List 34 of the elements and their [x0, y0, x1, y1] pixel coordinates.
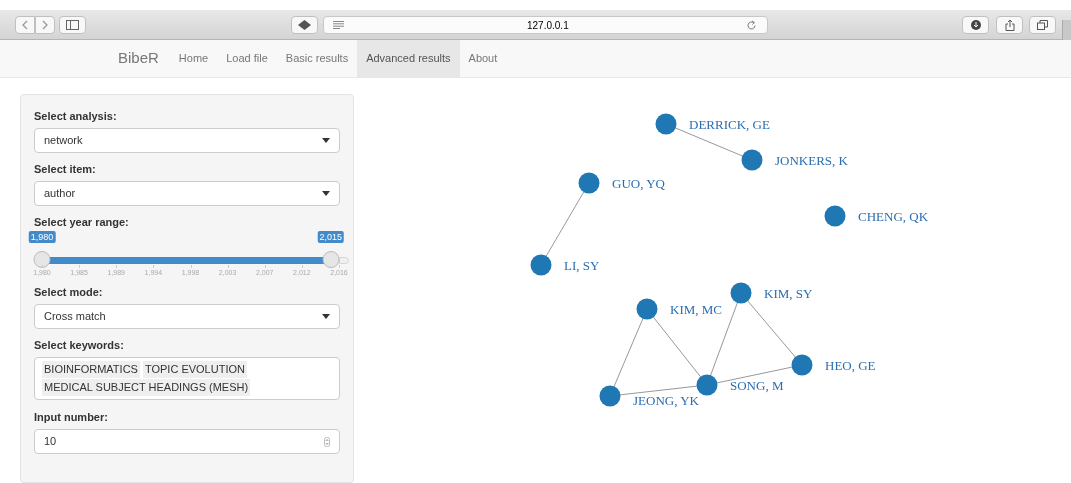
url-text: 127.0.0.1: [527, 18, 569, 33]
address-bar[interactable]: 127.0.0.1: [323, 16, 768, 34]
node-label: JEONG, YK: [633, 393, 699, 408]
node-label: KIM, SY: [764, 286, 813, 301]
nav-tab[interactable]: Home: [169, 40, 218, 77]
slider-value-badge: 2,015: [317, 231, 344, 243]
keyword-tag[interactable]: TOPIC EVOLUTION: [142, 361, 247, 378]
nav-tab[interactable]: Advanced results: [357, 40, 460, 77]
node-label: KIM, MC: [670, 302, 722, 317]
node-label: JONKERS, K: [775, 153, 848, 168]
number-input[interactable]: 10: [34, 429, 340, 454]
node-label: GUO, YQ: [612, 176, 665, 191]
brand-title: BibeR: [117, 48, 160, 69]
field-label: Select year range:: [34, 215, 130, 229]
field-label: Select mode:: [34, 285, 104, 299]
nav-tab[interactable]: Basic results: [276, 40, 358, 77]
keyword-tag[interactable]: BIOINFORMATICS: [42, 361, 140, 378]
field-label: Select keywords:: [34, 338, 125, 352]
dropdown[interactable]: Cross match: [34, 304, 340, 329]
nav-tab[interactable]: About: [459, 40, 507, 77]
nav-tab[interactable]: Load file: [217, 40, 277, 77]
keyword-field[interactable]: BIOINFORMATICS TOPIC EVOLUTION MEDICAL SUBJECT HEADINGS (MESH): [34, 357, 340, 400]
node-label: LI, SY: [564, 258, 600, 273]
slider-value-badge: 1,980: [28, 231, 56, 243]
node-label: HEO, GE: [825, 358, 876, 373]
node-label: CHENG, QK: [858, 209, 929, 224]
keyword-tag[interactable]: MEDICAL SUBJECT HEADINGS (MESH): [42, 379, 251, 396]
node-label: DERRICK, GE: [689, 117, 770, 132]
field-label: Select item:: [34, 162, 97, 176]
node-label: SONG, M: [730, 378, 784, 393]
dropdown[interactable]: network: [34, 128, 340, 153]
field-label: Input number:: [34, 410, 109, 424]
dropdown[interactable]: author: [34, 181, 340, 206]
field-label: Select analysis:: [34, 109, 118, 123]
